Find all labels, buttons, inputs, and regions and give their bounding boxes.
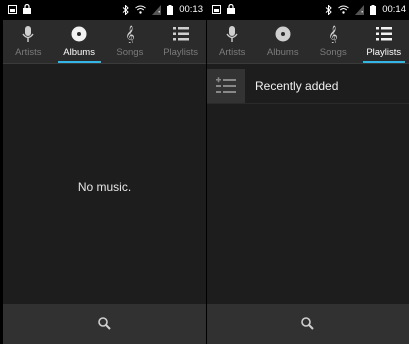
playlist-list: Recently added bbox=[207, 64, 409, 304]
tab-bar: Artists Albums 𝄞 Songs Playlists bbox=[207, 20, 409, 64]
bluetooth-icon bbox=[325, 4, 332, 15]
bluetooth-icon bbox=[122, 4, 129, 15]
bottom-action-bar bbox=[3, 304, 206, 344]
tab-artists[interactable]: Artists bbox=[3, 20, 54, 64]
status-time: 00:13 bbox=[179, 4, 203, 15]
svg-text:𝄞: 𝄞 bbox=[329, 25, 338, 43]
screenshot-notification-icon bbox=[212, 4, 221, 14]
tab-songs[interactable]: 𝄞 Songs bbox=[308, 20, 359, 64]
search-icon[interactable] bbox=[94, 313, 116, 335]
status-time: 00:14 bbox=[382, 4, 406, 15]
tab-songs[interactable]: 𝄞 Songs bbox=[105, 20, 156, 64]
screenshot-notification-icon bbox=[8, 4, 17, 14]
tab-artists[interactable]: Artists bbox=[207, 20, 258, 64]
bottom-action-bar bbox=[207, 304, 409, 344]
no-signal-icon bbox=[355, 4, 365, 15]
tab-playlists[interactable]: Playlists bbox=[155, 20, 206, 64]
no-signal-icon bbox=[152, 4, 162, 15]
tab-label: Artists bbox=[219, 47, 246, 58]
battery-icon bbox=[370, 4, 377, 15]
tab-label: Songs bbox=[319, 47, 347, 58]
svg-text:𝄞: 𝄞 bbox=[125, 25, 134, 43]
playlist-icon bbox=[172, 27, 189, 41]
album-list: No music. bbox=[3, 64, 206, 304]
wifi-icon bbox=[338, 5, 350, 14]
tab-label: Playlists bbox=[366, 47, 402, 58]
tab-albums[interactable]: Albums bbox=[258, 20, 309, 64]
tab-playlists[interactable]: Playlists bbox=[359, 20, 409, 64]
playlists-screen: 00:14 Artists Albums 𝄞 Songs Playlists R… bbox=[207, 0, 409, 344]
add-playlist-icon bbox=[216, 77, 236, 93]
empty-message: No music. bbox=[77, 180, 132, 194]
tab-bar: Artists Albums 𝄞 Songs Playlists bbox=[3, 20, 206, 64]
status-bar: 00:14 bbox=[207, 0, 409, 20]
treble-clef-icon: 𝄞 bbox=[125, 25, 134, 43]
tab-label: Songs bbox=[116, 47, 144, 58]
tab-label: Albums bbox=[63, 47, 95, 58]
album-disc-icon bbox=[71, 26, 87, 42]
microphone-icon bbox=[226, 26, 238, 42]
search-icon[interactable] bbox=[297, 313, 319, 335]
tab-label: Artists bbox=[15, 47, 42, 58]
status-bar: 00:13 bbox=[3, 0, 206, 20]
microphone-icon bbox=[22, 26, 34, 42]
treble-clef-icon: 𝄞 bbox=[329, 25, 338, 43]
battery-icon bbox=[167, 4, 174, 15]
album-disc-icon bbox=[275, 26, 291, 42]
lock-icon bbox=[23, 4, 31, 14]
tab-label: Playlists bbox=[163, 47, 199, 58]
list-item[interactable]: Recently added bbox=[207, 69, 409, 104]
playlist-icon bbox=[375, 27, 392, 41]
lock-icon bbox=[227, 4, 235, 14]
albums-screen: 00:13 Artists Albums 𝄞 Songs Playlists N… bbox=[3, 0, 206, 344]
tab-albums[interactable]: Albums bbox=[54, 20, 105, 64]
tab-label: Albums bbox=[266, 47, 299, 58]
list-item-label: Recently added bbox=[255, 79, 339, 93]
playlist-thumbnail bbox=[207, 69, 245, 103]
wifi-icon bbox=[135, 5, 147, 14]
